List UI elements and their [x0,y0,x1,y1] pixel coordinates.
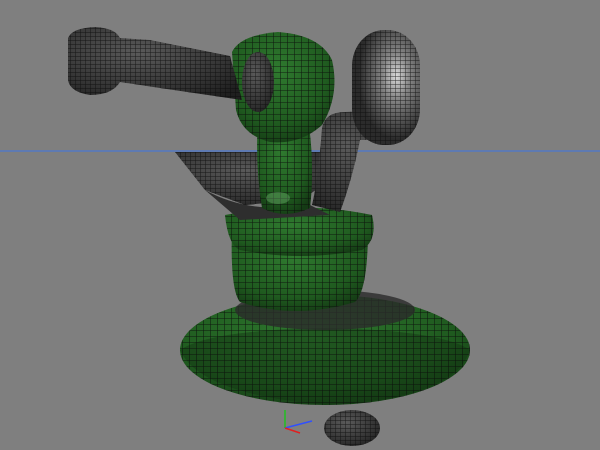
lower-body[interactable] [225,207,374,312]
handle-knob[interactable] [352,30,420,145]
axis-z-line [284,427,301,434]
axis-gizmo [284,410,313,434]
axis-x-line [284,420,313,429]
bottom-knob[interactable] [324,410,380,446]
mesh-model[interactable] [68,27,470,446]
viewport-canvas[interactable] [0,0,600,450]
3d-viewport[interactable] [0,0,600,450]
